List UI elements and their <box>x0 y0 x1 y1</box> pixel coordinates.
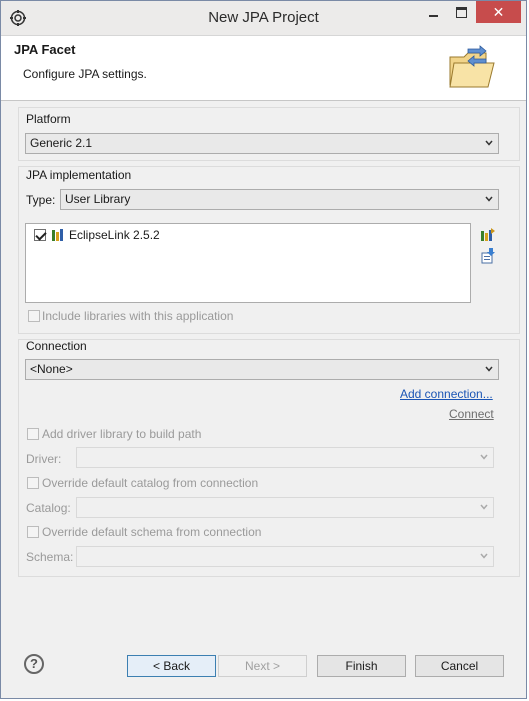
add-driver-checkbox[interactable] <box>27 428 39 440</box>
type-select[interactable]: User Library <box>60 189 499 210</box>
driver-label: Driver: <box>26 452 62 466</box>
connection-label: Connection <box>26 339 87 353</box>
title-bar: New JPA Project ✕ <box>1 1 526 36</box>
close-icon: ✕ <box>492 4 505 20</box>
connect-link[interactable]: Connect <box>449 407 494 421</box>
catalog-select[interactable] <box>76 497 494 518</box>
maximize-button[interactable] <box>447 1 475 23</box>
include-libraries-checkbox[interactable] <box>28 310 40 322</box>
help-icon[interactable]: ? <box>24 654 44 674</box>
connection-selected-value: <None> <box>30 362 73 376</box>
schema-label: Schema: <box>26 550 74 564</box>
jpa-implementation-label: JPA implementation <box>26 168 132 182</box>
type-label: Type: <box>26 193 56 207</box>
chevron-down-icon <box>485 366 493 372</box>
chevron-down-icon <box>485 140 493 146</box>
wizard-body: Platform Generic 2.1 JPA implementation … <box>1 101 526 626</box>
library-checkbox[interactable] <box>34 229 46 241</box>
next-button[interactable]: Next > <box>218 655 307 677</box>
page-title: JPA Facet <box>14 42 76 57</box>
library-icon <box>52 229 63 241</box>
back-button[interactable]: < Back <box>127 655 216 677</box>
wizard-window: New JPA Project ✕ JPA Facet Configure JP… <box>0 0 527 699</box>
chevron-down-icon <box>485 196 493 202</box>
add-connection-link[interactable]: Add connection... <box>400 387 493 401</box>
download-library-icon[interactable] <box>480 248 496 264</box>
platform-label: Platform <box>26 112 71 126</box>
chevron-down-icon <box>480 454 488 460</box>
type-selected-value: User Library <box>65 192 131 206</box>
finish-button[interactable]: Finish <box>317 655 406 677</box>
platform-selected-value: Generic 2.1 <box>30 136 93 150</box>
user-library-list[interactable]: EclipseLink 2.5.2 <box>25 223 471 303</box>
driver-select[interactable] <box>76 447 494 468</box>
override-catalog-label: Override default catalog from connection <box>42 476 259 490</box>
close-button[interactable]: ✕ <box>476 1 521 23</box>
include-libraries-label: Include libraries with this application <box>42 309 234 323</box>
schema-select[interactable] <box>76 546 494 567</box>
minimize-button[interactable] <box>419 1 447 23</box>
cancel-button[interactable]: Cancel <box>415 655 504 677</box>
folder-wizard-icon <box>449 45 495 88</box>
manage-libraries-icon[interactable] <box>480 227 496 243</box>
list-item[interactable]: EclipseLink 2.5.2 <box>26 224 466 246</box>
chevron-down-icon <box>480 553 488 559</box>
override-catalog-checkbox[interactable] <box>27 477 39 489</box>
connection-select[interactable]: <None> <box>25 359 499 380</box>
override-schema-checkbox[interactable] <box>27 526 39 538</box>
override-schema-label: Override default schema from connection <box>42 525 262 539</box>
page-description: Configure JPA settings. <box>23 67 147 81</box>
library-name: EclipseLink 2.5.2 <box>69 228 160 242</box>
wizard-header: JPA Facet Configure JPA settings. <box>1 36 526 101</box>
platform-select[interactable]: Generic 2.1 <box>25 133 499 154</box>
add-driver-label: Add driver library to build path <box>42 427 202 441</box>
catalog-label: Catalog: <box>26 501 71 515</box>
chevron-down-icon <box>480 504 488 510</box>
